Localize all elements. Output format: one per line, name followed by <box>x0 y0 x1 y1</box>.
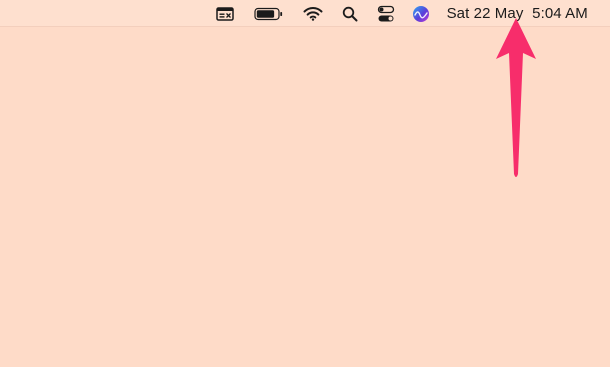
annotation-arrow <box>496 18 536 177</box>
